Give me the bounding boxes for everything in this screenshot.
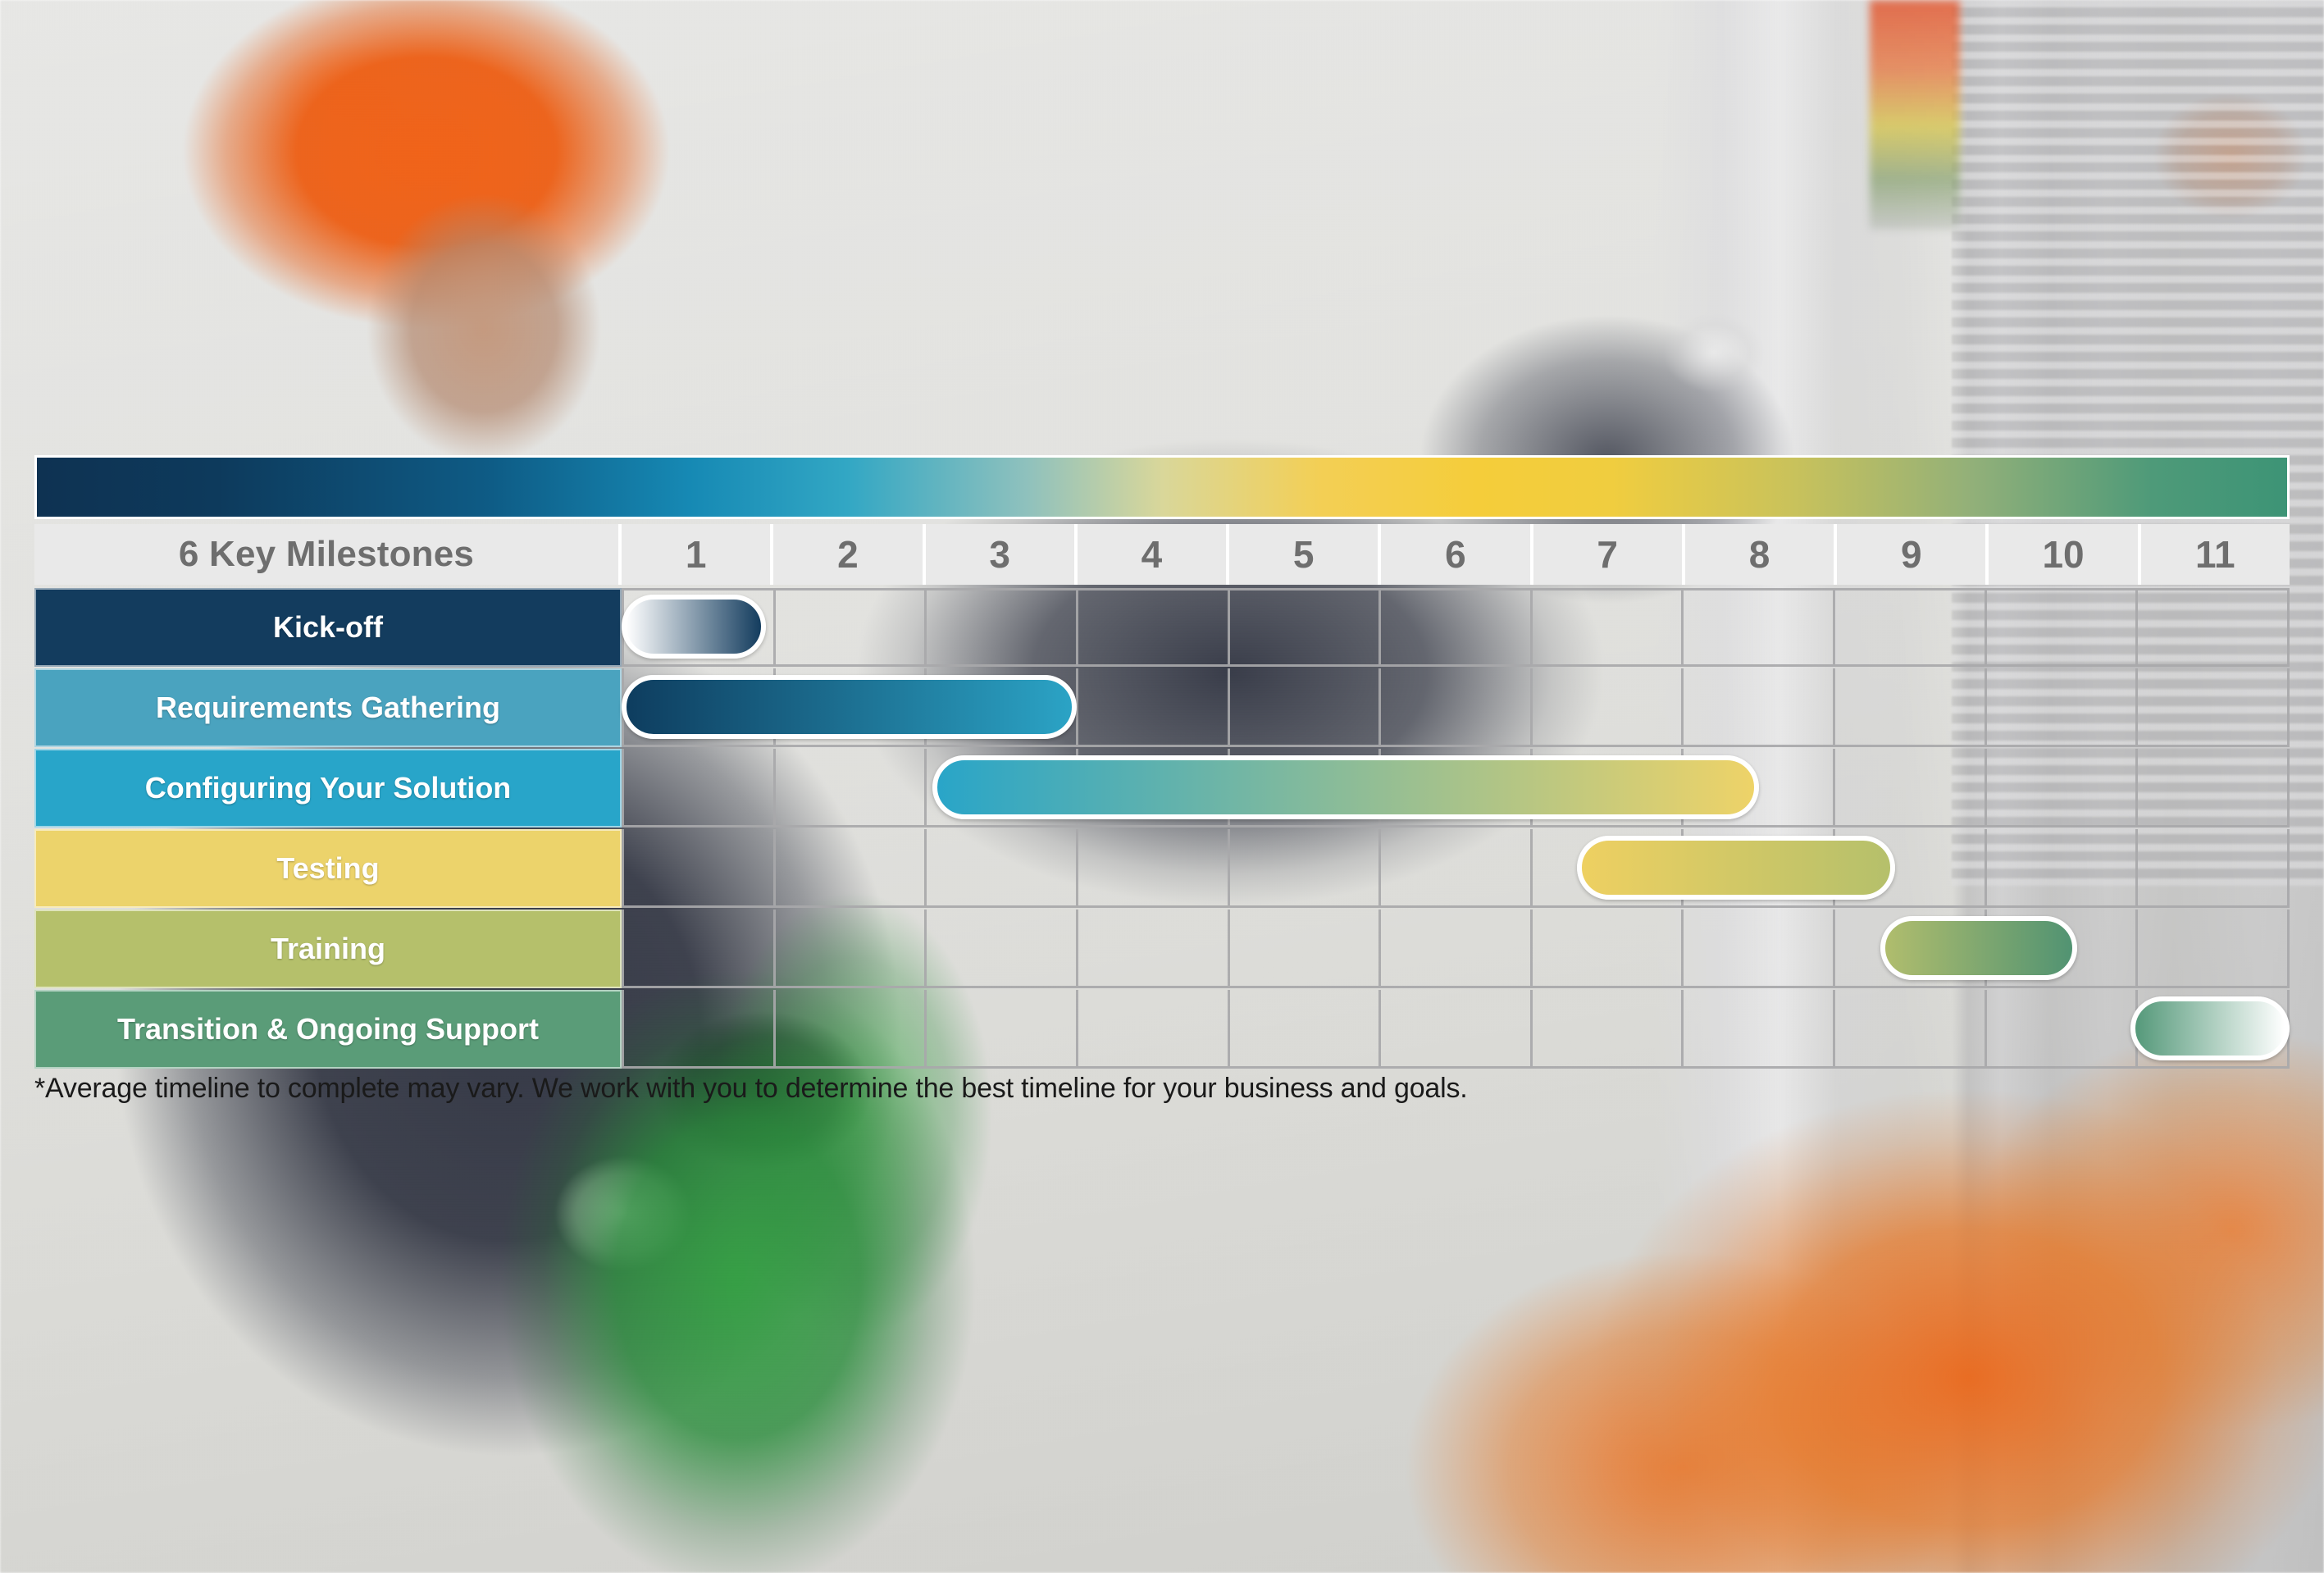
gantt-bar-requirements-gathering[interactable] xyxy=(622,675,1077,739)
month-header-2: 2 xyxy=(773,524,926,585)
gantt-row: Testing xyxy=(34,829,2290,908)
grid-cell xyxy=(1078,588,1230,667)
grid-cell xyxy=(1986,829,2139,908)
gantt-row-track xyxy=(622,910,2290,988)
gantt-bar-kick-off[interactable] xyxy=(622,595,766,659)
grid-cell xyxy=(927,910,1078,988)
milestone-label-requirements-gathering: Requirements Gathering xyxy=(34,668,622,747)
grid-cell xyxy=(2138,749,2290,828)
month-header-8: 8 xyxy=(1684,524,1838,585)
brand-gradient-bar xyxy=(34,455,2290,519)
grid-cell xyxy=(1381,910,1533,988)
grid-cell xyxy=(775,588,927,667)
grid-cell xyxy=(622,910,776,988)
grid-cell xyxy=(2138,829,2290,908)
month-header-7: 7 xyxy=(1533,524,1685,585)
milestone-label-kick-off: Kick-off xyxy=(34,588,622,667)
grid-cell xyxy=(775,990,927,1069)
gantt-header-row: 6 Key Milestones 1 2 3 4 5 6 7 8 9 10 11 xyxy=(34,524,2290,585)
grid-cell xyxy=(1078,668,1230,747)
grid-cell xyxy=(1835,588,1987,667)
month-header-5: 5 xyxy=(1229,524,1382,585)
grid-cell xyxy=(1229,829,1382,908)
grid-cell xyxy=(1078,990,1230,1069)
grid-cell xyxy=(2138,668,2290,747)
gantt-row: Kick-off xyxy=(34,588,2290,667)
grid-cell xyxy=(1986,668,2139,747)
grid-cell xyxy=(1835,668,1987,747)
milestone-label-training: Training xyxy=(34,910,622,988)
grid-cell xyxy=(1078,910,1230,988)
gantt-bar-configuring-your-solution[interactable] xyxy=(932,755,1759,819)
gantt-row-track xyxy=(622,829,2290,908)
month-header-1: 1 xyxy=(622,524,774,585)
grid-cell xyxy=(622,990,776,1069)
gantt-bar-transition-ongoing-support[interactable] xyxy=(2130,996,2290,1060)
month-header-cells: 1 2 3 4 5 6 7 8 9 10 11 xyxy=(622,524,2290,585)
gantt-bar-training[interactable] xyxy=(1880,916,2078,980)
footnote-text: *Average timeline to complete may vary. … xyxy=(34,1073,1468,1104)
milestone-label-configuring-your-solution: Configuring Your Solution xyxy=(34,749,622,828)
grid-cell xyxy=(1381,829,1533,908)
grid-cell xyxy=(1684,588,1836,667)
milestone-label-transition-ongoing-support: Transition & Ongoing Support xyxy=(34,990,622,1069)
grid-cell xyxy=(1684,910,1836,988)
grid-cell xyxy=(1684,668,1836,747)
month-header-9: 9 xyxy=(1837,524,1989,585)
gantt-grid: Kick-off Requirements Gathering Configurin… xyxy=(34,588,2290,1069)
grid-cell xyxy=(2138,910,2290,988)
grid-cell xyxy=(1986,588,2139,667)
grid-cell xyxy=(1381,990,1533,1069)
gantt-row: Training xyxy=(34,910,2290,988)
grid-cell xyxy=(1532,588,1684,667)
grid-cell xyxy=(775,829,927,908)
grid-cell xyxy=(2138,588,2290,667)
grid-cell xyxy=(1532,910,1684,988)
grid-cell xyxy=(1381,588,1533,667)
grid-cell xyxy=(775,749,927,828)
gantt-bar-testing[interactable] xyxy=(1576,836,1896,900)
grid-cell xyxy=(1835,749,1987,828)
grid-cell xyxy=(1986,749,2139,828)
grid-cell xyxy=(622,829,776,908)
gantt-row-track xyxy=(622,668,2290,747)
grid-cell xyxy=(1078,829,1230,908)
rack-goods xyxy=(1870,0,1960,230)
gantt-row-track xyxy=(622,749,2290,828)
month-header-6: 6 xyxy=(1381,524,1533,585)
month-header-3: 3 xyxy=(925,524,1078,585)
month-header-10: 10 xyxy=(1989,524,2141,585)
gantt-row: Requirements Gathering xyxy=(34,668,2290,747)
grid-cell xyxy=(1532,990,1684,1069)
gantt-row-track xyxy=(622,588,2290,667)
gantt-chart: 6 Key Milestones 1 2 3 4 5 6 7 8 9 10 11 Kick-off R… xyxy=(34,455,2290,1069)
grid-cell xyxy=(1229,990,1382,1069)
grid-cell xyxy=(1381,668,1533,747)
grid-cell xyxy=(927,588,1078,667)
grid-cell xyxy=(927,990,1078,1069)
slide-canvas: 6 Key Milestones 1 2 3 4 5 6 7 8 9 10 11 Kick-off R… xyxy=(0,0,2324,1573)
grid-cell xyxy=(775,910,927,988)
milestone-label-testing: Testing xyxy=(34,829,622,908)
gantt-row: Transition & Ongoing Support xyxy=(34,990,2290,1069)
grid-cell xyxy=(1835,990,1987,1069)
grid-cell xyxy=(1229,910,1382,988)
gantt-row-track xyxy=(622,990,2290,1069)
chart-title: 6 Key Milestones xyxy=(34,524,622,585)
grid-cell xyxy=(1229,588,1382,667)
grid-cell xyxy=(1532,668,1684,747)
month-header-11: 11 xyxy=(2140,524,2290,585)
grid-cell xyxy=(622,749,776,828)
grid-cell xyxy=(1229,668,1382,747)
grid-cell xyxy=(1684,990,1836,1069)
month-header-4: 4 xyxy=(1077,524,1230,585)
grid-cell xyxy=(927,829,1078,908)
gantt-row: Configuring Your Solution xyxy=(34,749,2290,828)
grid-cell xyxy=(1986,990,2139,1069)
